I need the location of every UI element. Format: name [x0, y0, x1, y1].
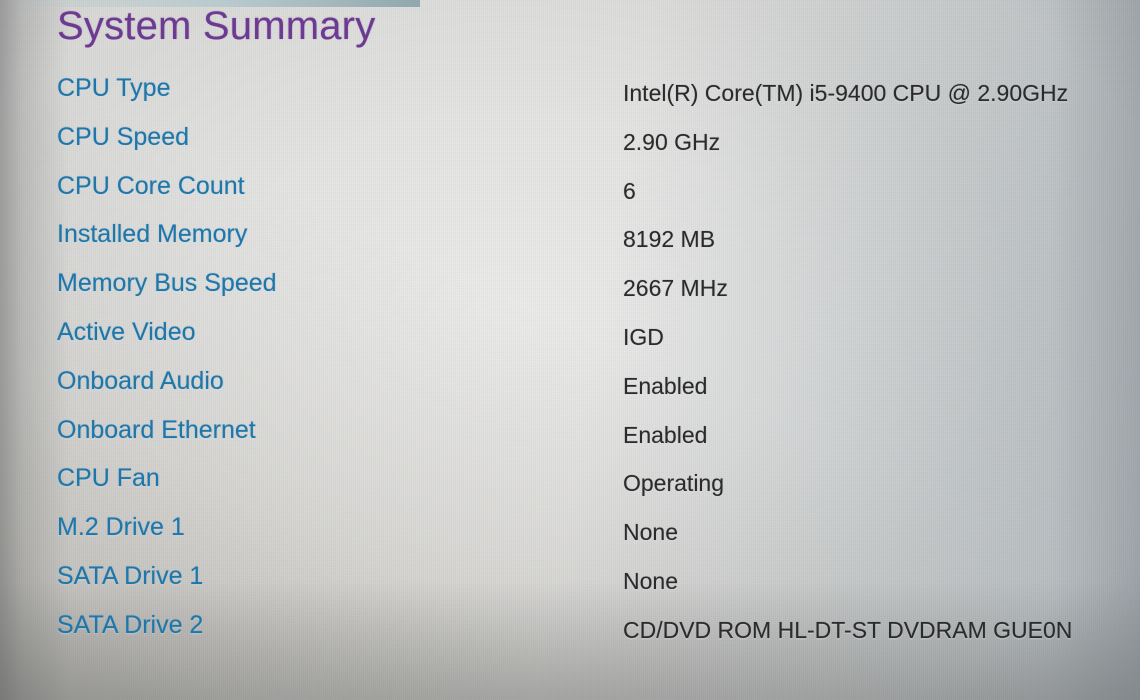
system-summary-screen: System Summary CPU Type Intel(R) Core(TM)… — [0, 0, 1140, 700]
summary-row-label: Active Video — [57, 317, 196, 346]
summary-row: Memory Bus Speed 2667 MHz — [0, 269, 1140, 318]
summary-row-value: 6 — [623, 177, 636, 204]
summary-row-label: Onboard Audio — [57, 366, 224, 395]
summary-row-label: Onboard Ethernet — [57, 415, 256, 444]
system-summary-list: CPU Type Intel(R) Core(TM) i5-9400 CPU @ … — [0, 74, 1140, 660]
summary-row: Onboard Audio Enabled — [0, 367, 1140, 416]
summary-row-label: M.2 Drive 1 — [57, 513, 185, 542]
summary-row-value: 8192 MB — [623, 226, 716, 253]
summary-row-value: IGD — [623, 323, 664, 350]
summary-row-value: None — [623, 519, 678, 546]
summary-row: Onboard Ethernet Enabled — [0, 416, 1140, 465]
summary-row-value: Operating — [623, 470, 725, 497]
summary-row: Installed Memory 8192 MB — [0, 220, 1140, 269]
summary-row-label: CPU Type — [57, 74, 171, 102]
summary-row-label: CPU Fan — [57, 464, 160, 493]
summary-row-label: CPU Speed — [57, 122, 190, 151]
summary-row-label: SATA Drive 2 — [57, 610, 204, 639]
summary-row: SATA Drive 2 CD/DVD ROM HL-DT-ST DVDRAM G… — [0, 611, 1140, 660]
summary-row: CPU Core Count 6 — [0, 172, 1140, 221]
summary-row-value: CD/DVD ROM HL-DT-ST DVDRAM GUE0N — [623, 616, 1073, 643]
summary-row: CPU Fan Operating — [0, 464, 1140, 513]
summary-row-value: Enabled — [623, 372, 708, 399]
summary-row: CPU Type Intel(R) Core(TM) i5-9400 CPU @ … — [0, 74, 1140, 123]
summary-row-value: None — [623, 567, 678, 594]
summary-row-value: Enabled — [623, 421, 708, 448]
summary-row-label: CPU Core Count — [57, 171, 245, 200]
summary-row: CPU Speed 2.90 GHz — [0, 123, 1140, 172]
summary-row-label: Memory Bus Speed — [57, 269, 277, 298]
summary-row-label: SATA Drive 1 — [57, 561, 204, 590]
summary-row: M.2 Drive 1 None — [0, 513, 1140, 562]
summary-row-value: Intel(R) Core(TM) i5-9400 CPU @ 2.90GHz — [623, 80, 1069, 106]
summary-row-value: 2667 MHz — [623, 275, 728, 302]
summary-row-value: 2.90 GHz — [623, 128, 721, 155]
page-title: System Summary — [57, 4, 376, 48]
summary-row: SATA Drive 1 None — [0, 562, 1140, 611]
summary-row-label: Installed Memory — [57, 220, 248, 249]
summary-row: Active Video IGD — [0, 318, 1140, 367]
